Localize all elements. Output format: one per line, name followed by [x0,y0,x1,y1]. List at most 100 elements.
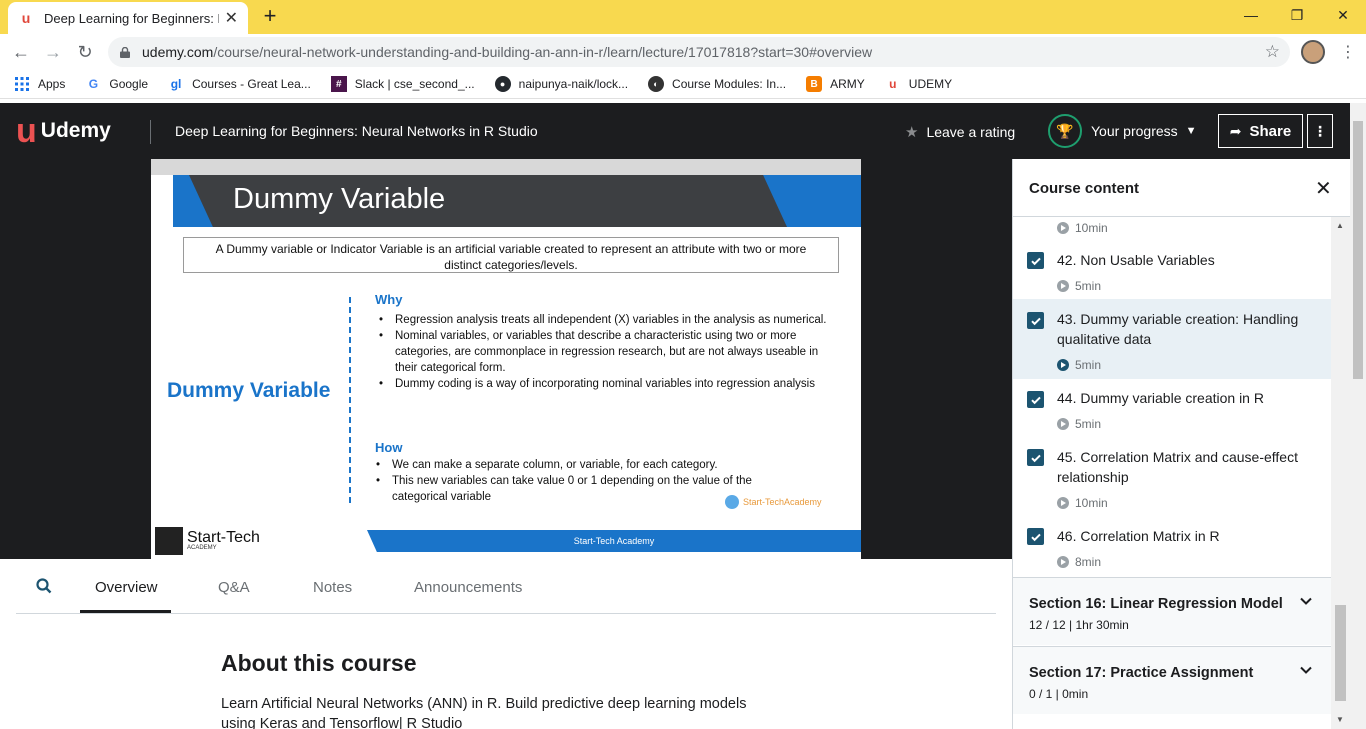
lecture-item[interactable]: 44. Dummy variable creation in R 5min [1013,379,1331,439]
bookmark-apps[interactable]: Apps [14,76,65,92]
bookmark-label: UDEMY [908,77,953,91]
checkbox-checked-icon[interactable] [1027,528,1044,545]
scroll-up-icon[interactable]: ▲ [1336,221,1344,230]
slide-why-heading: Why [375,292,403,307]
lecture-duration: 10min [1057,221,1108,235]
leave-rating-button[interactable]: ★ Leave a rating [905,123,1015,141]
bookmark-great-learning[interactable]: gl Courses - Great Lea... [168,76,311,92]
about-title: About this course [221,650,417,676]
github-icon: ● [494,76,511,92]
trophy-icon: 🏆 [1048,114,1082,148]
lock-icon [120,46,130,58]
page-scrollbar[interactable] [1350,103,1366,729]
window-close-icon[interactable]: ✕ [1320,0,1366,30]
start-tech-logo-icon [155,527,183,555]
duration-text: 5min [1075,417,1102,431]
play-circle-icon [1057,359,1069,371]
bookmark-star-icon[interactable]: ☆ [1265,42,1280,62]
list-item: Dummy coding is a way of incorporating n… [377,376,839,392]
tab-announcements[interactable]: Announcements [414,579,522,596]
url-host: udemy.com [142,44,214,60]
url-path: /course/neural-network-understanding-and… [213,44,873,60]
duration-text: 10min [1075,496,1108,510]
bookmark-slack[interactable]: # Slack | cse_second_... [330,76,475,92]
close-sidebar-icon[interactable]: ✕ [1315,176,1332,201]
close-tab-icon[interactable]: ✕ [225,8,238,28]
tab-qa[interactable]: Q&A [218,579,250,596]
course-title[interactable]: Deep Learning for Beginners: Neural Netw… [175,123,538,139]
duration-text: 5min [1075,279,1102,293]
sidebar-scrollbar[interactable]: ▲ ▼ [1331,217,1350,729]
section-meta: 12 / 12 | 1hr 30min [1029,618,1129,632]
minimize-icon[interactable]: — [1228,0,1274,30]
slide-big-label: Dummy Variable [167,379,331,402]
progress-button[interactable]: 🏆 Your progress ▼ [1048,114,1197,148]
lecture-item[interactable]: 42. Non Usable Variables 5min [1013,239,1331,299]
bookmark-github[interactable]: ● naipunya-naik/lock... [494,76,629,92]
lecture-item[interactable]: 46. Correlation Matrix in R 8min [1013,519,1331,577]
share-arrow-icon: ➦ [1229,122,1242,139]
video-player[interactable]: Dummy Variable A Dummy variable or Indic… [0,159,1012,559]
checkbox-checked-icon[interactable] [1027,312,1044,329]
restore-icon[interactable]: ❐ [1274,0,1320,30]
bookmark-course-modules[interactable]: ◐ Course Modules: In... [648,76,786,92]
header-divider [150,120,151,144]
browser-tab-bar: u Deep Learning for Beginners: Ne ✕ + — … [0,0,1366,34]
bookmark-army[interactable]: B ARMY [806,76,865,92]
more-options-button[interactable]: ⋮ [1307,114,1333,148]
great-learning-icon: gl [170,77,182,91]
bookmark-label: Courses - Great Lea... [192,77,311,91]
slide-definition: A Dummy variable or Indicator Variable i… [183,237,839,273]
back-arrow-icon[interactable]: ← [8,39,34,65]
bookmark-label: Course Modules: In... [672,77,787,91]
profile-avatar[interactable] [1301,40,1325,64]
forward-arrow-icon[interactable]: → [40,39,66,65]
browser-menu-icon[interactable]: ⋮ [1340,42,1356,62]
bookmark-label: naipunya-naik/lock... [518,77,629,91]
checkbox-checked-icon[interactable] [1027,391,1044,408]
lecture-duration: 10min [1057,496,1108,510]
play-circle-icon [1057,556,1069,568]
tab-overview[interactable]: Overview [95,579,158,596]
lecture-title: 44. Dummy variable creation in R [1057,390,1264,406]
sidebar-scroll-thumb[interactable] [1335,605,1346,701]
course-content-sidebar: Course content ✕ 10min 42. Non Usable Va… [1012,159,1350,729]
watermark-logo-icon [725,495,739,509]
duration-text: 5min [1075,358,1102,372]
checkbox-checked-icon[interactable] [1027,449,1044,466]
search-icon[interactable] [36,578,52,594]
bookmark-google[interactable]: G Google [85,76,148,92]
chevron-down-icon: ▼ [1185,125,1197,137]
scroll-down-icon[interactable]: ▼ [1336,715,1344,724]
lecture-item-current[interactable]: 43. Dummy variable creation: Handling qu… [1013,299,1331,379]
lecture-slide: Dummy Variable A Dummy variable or Indic… [151,159,861,559]
globe-icon: ◐ [648,76,665,92]
bookmark-udemy[interactable]: u UDEMY [885,76,952,92]
udemy-logo[interactable]: u Udemy [16,114,111,148]
browser-tab-title: Deep Learning for Beginners: Ne [44,10,219,26]
checkbox-checked-icon[interactable] [1027,252,1044,269]
share-label: Share [1249,122,1292,140]
play-circle-icon [1057,222,1069,234]
reload-icon[interactable]: ↻ [72,39,98,65]
lecture-title: 42. Non Usable Variables [1057,252,1215,268]
udemy-icon: u [889,77,897,91]
page-scroll-thumb[interactable] [1353,121,1363,379]
browser-toolbar: ← → ↻ udemy.com/course/neural-network-un… [0,34,1366,70]
google-icon: G [88,77,99,91]
tab-notes[interactable]: Notes [313,579,352,596]
section-header-17[interactable]: Section 17: Practice Assignment 0 / 1 | … [1013,646,1331,714]
new-tab-button[interactable]: + [258,4,282,28]
share-button[interactable]: ➦ Share [1218,114,1303,148]
play-circle-icon [1057,418,1069,430]
browser-tab[interactable]: u Deep Learning for Beginners: Ne ✕ [8,2,248,34]
bookmark-label: ARMY [830,77,865,91]
duration-text: 8min [1075,555,1102,569]
section-header-16[interactable]: Section 16: Linear Regression Model 12 /… [1013,577,1331,645]
chevron-down-icon [1300,666,1312,674]
play-circle-icon [1057,280,1069,292]
address-bar[interactable]: udemy.com/course/neural-network-understa… [108,37,1290,67]
udemy-header: u Udemy Deep Learning for Beginners: Neu… [0,103,1350,159]
list-item: We can make a separate column, or variab… [374,457,794,473]
lecture-item[interactable]: 45. Correlation Matrix and cause-effect … [1013,439,1331,519]
